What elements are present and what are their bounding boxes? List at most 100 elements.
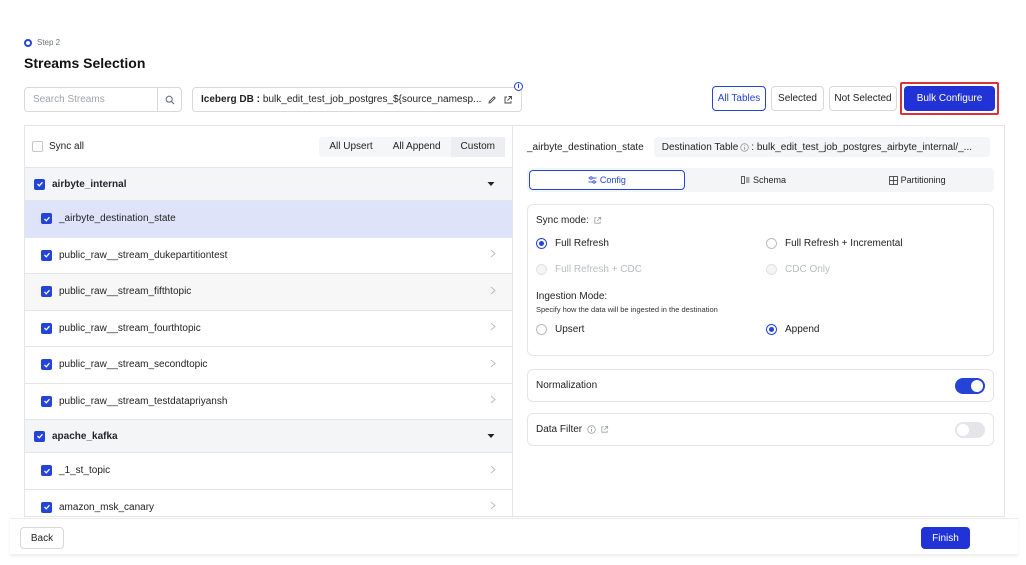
external-link-icon[interactable] [593, 216, 602, 225]
footer-bar [10, 518, 1018, 554]
caret-down-icon[interactable] [487, 431, 495, 442]
filter-not-selected-button[interactable]: Not Selected [829, 86, 897, 111]
chevron-right-icon [490, 286, 496, 298]
stream-checkbox[interactable] [41, 322, 52, 334]
external-link-icon[interactable] [503, 95, 513, 105]
stream-name: amazon_msk_canary [59, 501, 155, 513]
stream-row[interactable]: public_raw__stream_fourthtopic [25, 311, 512, 347]
caret-down-icon[interactable] [487, 179, 495, 190]
search-button[interactable] [157, 88, 181, 111]
sync-all-checkbox[interactable] [32, 141, 43, 152]
tab-schema[interactable]: Schema [687, 170, 841, 190]
selected-stream-name: _airbyte_destination_state [527, 141, 644, 153]
tab-partitioning[interactable]: Partitioning [840, 170, 994, 190]
destination-table-label: Destination Table [661, 141, 739, 153]
info-icon[interactable] [740, 142, 749, 152]
sync-mode-option-label: Full Refresh [555, 238, 609, 249]
stream-row[interactable]: amazon_msk_canary [25, 490, 512, 517]
filter-selected-button[interactable]: Selected [771, 86, 824, 111]
tab-schema-label: Schema [752, 175, 787, 185]
stream-checkbox[interactable] [41, 249, 52, 261]
back-button[interactable]: Back [20, 527, 64, 549]
namespace-checkbox[interactable] [34, 430, 45, 442]
stream-checkbox[interactable] [41, 213, 52, 225]
stream-header: _airbyte_destination_state Destination T… [513, 126, 1004, 168]
sync-mode-full-refresh-incremental[interactable]: Full Refresh + Incremental [766, 238, 903, 249]
data-filter-toggle[interactable] [955, 421, 985, 438]
custom-option[interactable]: Custom [450, 136, 505, 157]
sliders-icon [588, 176, 597, 184]
iceberg-db-field: Iceberg DB : bulk_edit_test_job_postgres… [192, 87, 522, 112]
columns-icon [741, 176, 750, 184]
stream-name: public_raw__stream_secondtopic [59, 359, 208, 371]
iceberg-db-value: bulk_edit_test_job_postgres_${source_nam… [262, 94, 481, 105]
tab-config[interactable]: Config [529, 170, 685, 190]
stream-row[interactable]: public_raw__stream_testdatapriyansh [25, 384, 512, 420]
info-icon[interactable] [587, 425, 596, 434]
chevron-right-icon [490, 501, 496, 513]
step-dot-icon [24, 38, 32, 47]
streams-list-panel: Sync all All Upsert All Append Custom ai… [24, 125, 512, 517]
sync-mode-cdc-only: CDC Only [766, 264, 830, 275]
stream-checkbox[interactable] [41, 359, 52, 371]
radio-disabled [766, 264, 777, 275]
stream-row[interactable]: public_raw__stream_fifthtopic [25, 274, 512, 311]
normalization-toggle[interactable] [955, 377, 985, 394]
all-upsert-option[interactable]: All Upsert [319, 137, 382, 157]
radio-selected[interactable] [536, 238, 547, 249]
tab-partitioning-label: Partitioning [900, 175, 946, 185]
chevron-right-icon [490, 359, 496, 371]
all-append-option[interactable]: All Append [383, 137, 451, 157]
namespace-row-apache-kafka[interactable]: apache_kafka [25, 420, 512, 453]
bulk-configure-button[interactable]: Bulk Configure [904, 86, 995, 111]
stream-checkbox[interactable] [41, 465, 52, 477]
toggle-knob [971, 379, 983, 392]
namespace-row-airbyte-internal[interactable]: airbyte_internal [25, 168, 512, 201]
sync-mode-label: Sync mode: [536, 215, 589, 226]
toggle-knob [957, 423, 969, 436]
ingestion-mode-label: Ingestion Mode: [536, 291, 608, 302]
sync-mode-full-refresh-cdc: Full Refresh + CDC [536, 264, 642, 275]
search-box [24, 87, 182, 112]
ingestion-option-label: Append [785, 324, 820, 335]
ingestion-mode-upsert[interactable]: Upsert [536, 324, 584, 335]
edit-icon[interactable] [487, 95, 497, 105]
chevron-right-icon [490, 322, 496, 334]
stream-row[interactable]: public_raw__stream_dukepartitiontest [25, 238, 512, 274]
stream-name: public_raw__stream_fourthtopic [59, 322, 201, 334]
stream-checkbox[interactable] [41, 395, 52, 407]
stream-row[interactable]: _airbyte_destination_state [25, 201, 512, 238]
stream-checkbox[interactable] [41, 501, 52, 513]
namespace-checkbox[interactable] [34, 178, 45, 190]
stream-row[interactable]: _1_st_topic [25, 453, 512, 490]
ingestion-mode-append[interactable]: Append [766, 324, 819, 335]
sync-all-row: Sync all All Upsert All Append Custom [25, 126, 512, 168]
namespace-name: airbyte_internal [52, 178, 127, 190]
search-input[interactable] [25, 88, 157, 111]
radio-unselected[interactable] [766, 238, 777, 249]
grid-icon [888, 175, 898, 185]
data-filter-card: Data Filter [527, 413, 994, 446]
sync-mode-full-refresh[interactable]: Full Refresh [536, 238, 609, 249]
normalization-label: Normalization [536, 380, 598, 391]
external-link-icon[interactable] [600, 425, 609, 434]
radio-disabled [536, 264, 547, 275]
chevron-right-icon [490, 395, 496, 407]
normalization-card: Normalization [527, 369, 994, 402]
sync-mode-option-label: CDC Only [785, 264, 831, 275]
ingestion-mode-description: Specify how the data will be ingested in… [536, 305, 718, 314]
stream-name: public_raw__stream_dukepartitiontest [59, 249, 228, 261]
filter-all-tables-button[interactable]: All Tables [712, 86, 766, 111]
chevron-right-icon [490, 465, 496, 477]
radio-unselected[interactable] [536, 324, 547, 335]
finish-button[interactable]: Finish [921, 527, 970, 549]
iceberg-db-label: Iceberg DB : [201, 94, 260, 105]
stream-checkbox[interactable] [41, 286, 52, 298]
sync-mode-heading: Sync mode: [536, 215, 602, 226]
stream-name: _airbyte_destination_state [59, 213, 176, 225]
info-icon[interactable]: i [514, 82, 523, 91]
stream-config-panel: _airbyte_destination_state Destination T… [512, 125, 1005, 517]
stream-name: public_raw__stream_testdatapriyansh [59, 395, 228, 407]
stream-row[interactable]: public_raw__stream_secondtopic [25, 347, 512, 384]
radio-selected[interactable] [766, 324, 777, 335]
